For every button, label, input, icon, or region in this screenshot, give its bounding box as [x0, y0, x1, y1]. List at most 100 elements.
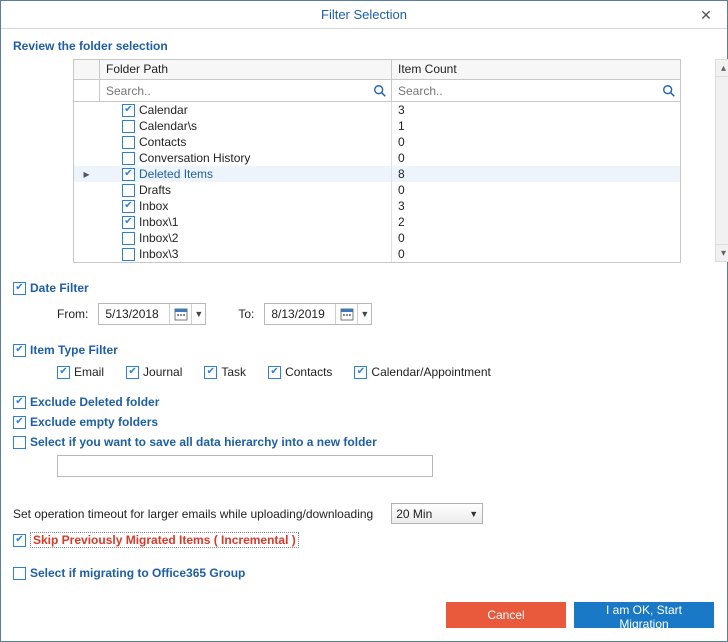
row-expander[interactable] [74, 182, 100, 198]
search-folder-path[interactable] [104, 83, 373, 99]
cancel-button[interactable]: Cancel [446, 602, 566, 628]
item-type-filter-label: Item Type Filter [30, 343, 118, 357]
row-expander[interactable] [74, 198, 100, 214]
table-row[interactable]: Drafts 0 [74, 182, 680, 198]
window-title: Filter Selection [321, 7, 407, 22]
scroll-down-icon[interactable]: ▾ [716, 244, 728, 261]
search-icon[interactable] [373, 84, 387, 98]
row-expander[interactable] [74, 134, 100, 150]
grid-search-row [74, 80, 680, 102]
to-label: To: [238, 307, 254, 321]
row-count: 0 [392, 182, 680, 198]
row-label: Deleted Items [139, 166, 213, 182]
table-row[interactable]: Conversation History 0 [74, 150, 680, 166]
col-folder-path[interactable]: Folder Path [100, 60, 392, 79]
vertical-scrollbar[interactable]: ▴ ▾ [715, 59, 728, 262]
skip-previously-migrated-checkbox[interactable] [13, 534, 26, 547]
skip-previously-migrated-label: Skip Previously Migrated Items ( Increme… [30, 532, 299, 548]
row-label: Inbox\3 [139, 246, 178, 262]
row-label: Drafts [139, 182, 171, 198]
office365-group-checkbox[interactable] [13, 567, 26, 580]
row-checkbox[interactable] [122, 184, 135, 197]
row-count: 3 [392, 198, 680, 214]
col-item-count[interactable]: Item Count [392, 60, 680, 79]
row-count: 0 [392, 150, 680, 166]
table-row[interactable]: Inbox\1 2 [74, 214, 680, 230]
row-count: 3 [392, 102, 680, 118]
table-row[interactable]: Calendar\s 1 [74, 118, 680, 134]
grid-body[interactable]: Calendar3Calendar\s1Contacts0Conversatio… [74, 102, 680, 262]
chevron-down-icon[interactable]: ▼ [357, 304, 371, 324]
folder-grid: Folder Path Item Count Calen [73, 59, 681, 263]
exclude-empty-label: Exclude empty folders [30, 415, 158, 429]
row-label: Inbox [139, 198, 168, 214]
from-label: From: [57, 307, 88, 321]
table-row[interactable]: Inbox\3 0 [74, 246, 680, 262]
row-expander[interactable] [74, 214, 100, 230]
row-count: 0 [392, 230, 680, 246]
row-label: Calendar\s [139, 118, 197, 134]
email-checkbox[interactable] [57, 366, 70, 379]
to-date-picker[interactable]: 8/13/2019 ▼ [264, 303, 372, 325]
table-row[interactable]: ▸ Deleted Items 8 [74, 166, 680, 182]
save-hierarchy-checkbox[interactable] [13, 436, 26, 449]
title-bar: Filter Selection ✕ [1, 1, 727, 29]
item-type-filter-checkbox[interactable] [13, 344, 26, 357]
journal-checkbox[interactable] [126, 366, 139, 379]
row-checkbox[interactable] [122, 216, 135, 229]
row-expander[interactable] [74, 246, 100, 262]
review-label: Review the folder selection [13, 39, 715, 53]
row-expander[interactable] [74, 102, 100, 118]
timeout-label: Set operation timeout for larger emails … [13, 507, 373, 521]
row-expander[interactable] [74, 230, 100, 246]
row-expander[interactable]: ▸ [74, 166, 100, 182]
row-checkbox[interactable] [122, 136, 135, 149]
calendar-icon[interactable] [335, 304, 357, 324]
row-expander[interactable] [74, 150, 100, 166]
save-hierarchy-label: Select if you want to save all data hier… [30, 435, 377, 449]
table-row[interactable]: Calendar 3 [74, 102, 680, 118]
exclude-deleted-checkbox[interactable] [13, 396, 26, 409]
row-count: 0 [392, 246, 680, 262]
row-checkbox[interactable] [122, 248, 135, 261]
row-count: 8 [392, 166, 680, 182]
start-migration-button[interactable]: I am OK, Start Migration [574, 602, 714, 628]
row-count: 0 [392, 134, 680, 150]
row-checkbox[interactable] [122, 152, 135, 165]
scroll-up-icon[interactable]: ▴ [716, 60, 728, 77]
close-icon[interactable]: ✕ [691, 1, 721, 29]
table-row[interactable]: Inbox 3 [74, 198, 680, 214]
search-item-count[interactable] [396, 83, 662, 99]
date-filter-label: Date Filter [30, 281, 89, 295]
exclude-empty-checkbox[interactable] [13, 416, 26, 429]
row-label: Inbox\1 [139, 214, 178, 230]
row-label: Conversation History [139, 150, 250, 166]
row-label: Contacts [139, 134, 186, 150]
row-count: 1 [392, 118, 680, 134]
timeout-select[interactable]: 20 Min ▼ [391, 503, 483, 524]
row-expander[interactable] [74, 118, 100, 134]
chevron-down-icon[interactable]: ▼ [191, 304, 205, 324]
search-icon[interactable] [662, 84, 676, 98]
row-checkbox[interactable] [122, 200, 135, 213]
contacts-checkbox[interactable] [268, 366, 281, 379]
row-count: 2 [392, 214, 680, 230]
chevron-down-icon: ▼ [469, 509, 478, 519]
row-checkbox[interactable] [122, 168, 135, 181]
from-date-picker[interactable]: 5/13/2018 ▼ [98, 303, 206, 325]
row-checkbox[interactable] [122, 104, 135, 117]
date-filter-checkbox[interactable] [13, 282, 26, 295]
row-checkbox[interactable] [122, 232, 135, 245]
row-label: Calendar [139, 102, 188, 118]
grid-header: Folder Path Item Count [74, 60, 680, 80]
task-checkbox[interactable] [204, 366, 217, 379]
exclude-deleted-label: Exclude Deleted folder [30, 395, 159, 409]
row-label: Inbox\2 [139, 230, 178, 246]
calendar-icon[interactable] [169, 304, 191, 324]
office365-group-label: Select if migrating to Office365 Group [30, 566, 245, 580]
row-checkbox[interactable] [122, 120, 135, 133]
table-row[interactable]: Contacts 0 [74, 134, 680, 150]
calendar-checkbox[interactable] [354, 366, 367, 379]
new-folder-name-input[interactable] [57, 455, 433, 477]
table-row[interactable]: Inbox\2 0 [74, 230, 680, 246]
